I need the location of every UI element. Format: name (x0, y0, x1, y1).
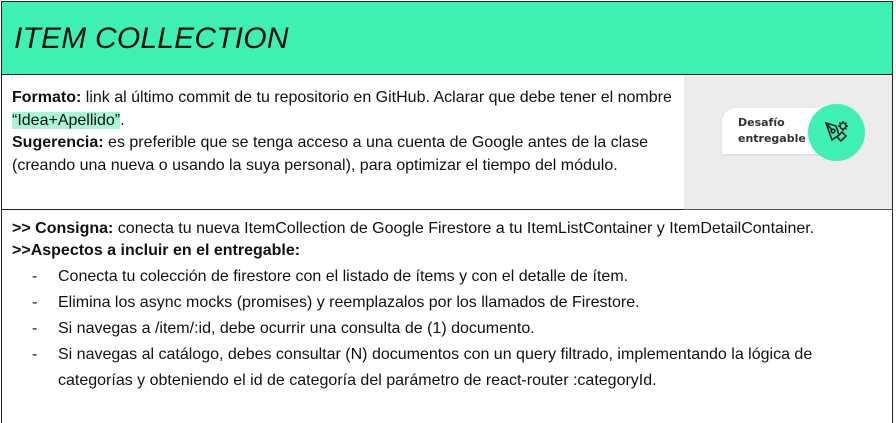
formato-label: Formato: (12, 89, 82, 106)
consigna-cell: >> Consigna: conecta tu nueva ItemCollec… (1, 210, 893, 423)
aspectos-label: >>Aspectos a incluir en el entregable: (12, 242, 301, 259)
formato-text: link al último commit de tu repositorio … (81, 89, 672, 106)
list-item: Si navegas a /item/:id, debe ocurrir una… (12, 316, 882, 342)
page-title: ITEM COLLECTION (14, 22, 289, 55)
formato-end: . (120, 111, 125, 129)
pen-gear-icon (808, 104, 865, 161)
aspectos-heading: >>Aspectos a incluir en el entregable: (12, 240, 882, 262)
badge-cell: Desafío entregable (684, 75, 893, 210)
formato-paragraph: Formato: link al último commit de tu rep… (12, 87, 674, 132)
list-item: Conecta tu colección de firestore con el… (12, 264, 882, 290)
desafio-badge: Desafío entregable (722, 108, 822, 154)
sugerencia-label: Sugerencia: (12, 134, 104, 151)
aspectos-list: Conecta tu colección de firestore con el… (12, 264, 882, 394)
name-highlight: “Idea+Apellido” (12, 111, 121, 129)
sugerencia-paragraph: Sugerencia: es preferible que se tenga a… (12, 132, 674, 177)
consigna-paragraph: >> Consigna: conecta tu nueva ItemCollec… (12, 218, 882, 240)
sugerencia-text: es preferible que se tenga acceso a una … (12, 134, 648, 174)
list-item: Elimina los async mocks (promises) y ree… (12, 290, 882, 316)
consigna-label: >> Consigna: (12, 220, 114, 237)
consigna-text: conecta tu nueva ItemCollection de Googl… (113, 220, 815, 237)
title-banner: ITEM COLLECTION (1, 1, 893, 75)
list-item: Si navegas al catálogo, debes consultar … (12, 342, 882, 394)
format-cell: Formato: link al último commit de tu rep… (1, 75, 685, 210)
